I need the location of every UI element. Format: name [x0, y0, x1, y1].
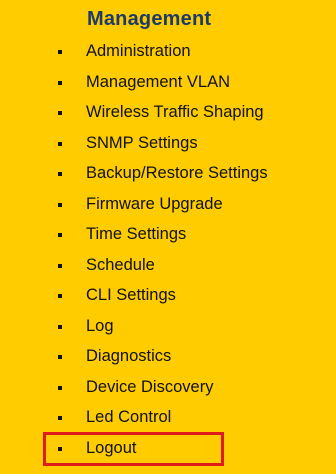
- management-menu-list: Administration Management VLAN Wireless …: [0, 36, 336, 463]
- menu-item-administration[interactable]: Administration: [0, 36, 336, 67]
- bullet-icon: [58, 233, 62, 238]
- bullet-icon: [58, 263, 62, 268]
- menu-link-cli-settings[interactable]: CLI Settings: [86, 280, 176, 310]
- menu-link-time-settings[interactable]: Time Settings: [86, 219, 186, 249]
- menu-link-snmp-settings[interactable]: SNMP Settings: [86, 128, 198, 158]
- bullet-icon: [58, 80, 62, 85]
- menu-item-log[interactable]: Log: [0, 311, 336, 342]
- menu-item-led-control[interactable]: Led Control: [0, 402, 336, 433]
- menu-link-administration[interactable]: Administration: [86, 36, 191, 66]
- bullet-icon: [58, 111, 62, 116]
- menu-link-diagnostics[interactable]: Diagnostics: [86, 341, 171, 371]
- menu-link-wireless-traffic-shaping[interactable]: Wireless Traffic Shaping: [86, 97, 264, 127]
- menu-item-wireless-traffic-shaping[interactable]: Wireless Traffic Shaping: [0, 97, 336, 128]
- menu-item-snmp-settings[interactable]: SNMP Settings: [0, 128, 336, 159]
- menu-item-cli-settings[interactable]: CLI Settings: [0, 280, 336, 311]
- section-title: Management: [87, 8, 212, 30]
- menu-link-led-control[interactable]: Led Control: [86, 402, 171, 432]
- menu-link-device-discovery[interactable]: Device Discovery: [86, 372, 213, 402]
- bullet-icon: [58, 202, 62, 207]
- management-menu-panel: Management Administration Management VLA…: [0, 0, 336, 474]
- menu-link-schedule[interactable]: Schedule: [86, 250, 155, 280]
- bullet-icon: [58, 385, 62, 390]
- bullet-icon: [58, 50, 62, 55]
- menu-item-firmware-upgrade[interactable]: Firmware Upgrade: [0, 189, 336, 220]
- menu-link-log[interactable]: Log: [86, 311, 114, 341]
- menu-item-management-vlan[interactable]: Management VLAN: [0, 67, 336, 98]
- menu-item-device-discovery[interactable]: Device Discovery: [0, 372, 336, 403]
- logout-highlight-box: [43, 432, 224, 466]
- menu-link-firmware-upgrade[interactable]: Firmware Upgrade: [86, 189, 223, 219]
- menu-link-management-vlan[interactable]: Management VLAN: [86, 67, 230, 97]
- menu-item-schedule[interactable]: Schedule: [0, 250, 336, 281]
- menu-link-backup-restore-settings[interactable]: Backup/Restore Settings: [86, 158, 268, 188]
- bullet-icon: [58, 355, 62, 360]
- bullet-icon: [58, 324, 62, 329]
- menu-item-time-settings[interactable]: Time Settings: [0, 219, 336, 250]
- bullet-icon: [58, 172, 62, 177]
- menu-item-diagnostics[interactable]: Diagnostics: [0, 341, 336, 372]
- menu-item-backup-restore-settings[interactable]: Backup/Restore Settings: [0, 158, 336, 189]
- bullet-icon: [58, 294, 62, 299]
- bullet-icon: [58, 141, 62, 146]
- bullet-icon: [58, 416, 62, 421]
